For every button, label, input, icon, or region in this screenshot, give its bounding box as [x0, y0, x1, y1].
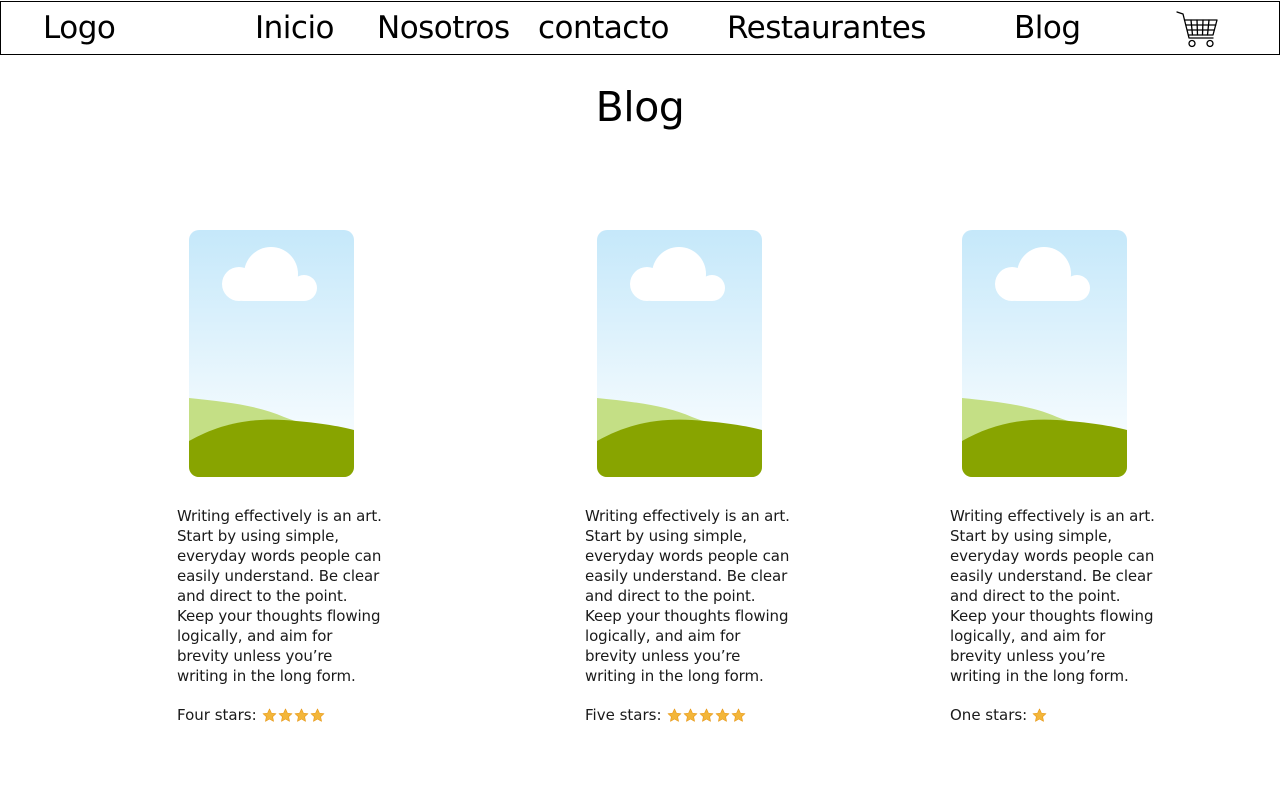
- star-rating-1: [262, 708, 325, 723]
- blog-page: Logo Inicio Nosotros contacto Restaurant…: [0, 0, 1280, 800]
- star-icon: [1032, 708, 1047, 722]
- shopping-cart-icon[interactable]: [1175, 8, 1219, 50]
- blog-image-3[interactable]: [962, 230, 1127, 477]
- nav-link-nosotros[interactable]: Nosotros: [377, 10, 510, 46]
- rating-1: Four stars:: [177, 705, 325, 725]
- rating-label-2: Five stars:: [585, 706, 662, 724]
- nav-link-inicio[interactable]: Inicio: [255, 10, 335, 46]
- star-icon: [683, 708, 697, 722]
- rating-2: Five stars:: [585, 705, 746, 725]
- star-icon: [278, 708, 292, 722]
- rating-3: One stars:: [950, 705, 1047, 725]
- logo[interactable]: Logo: [43, 10, 116, 46]
- landscape-image-icon: [597, 230, 762, 477]
- rating-label-1: Four stars:: [177, 706, 257, 724]
- star-icon: [310, 708, 324, 722]
- star-icon: [731, 708, 745, 722]
- star-icon: [262, 708, 276, 722]
- page-title: Blog: [595, 83, 685, 131]
- blog-excerpt-2: Writing effectively is an art. Start by …: [585, 507, 790, 685]
- blog-excerpt-1: Writing effectively is an art. Start by …: [177, 507, 382, 685]
- star-icon: [667, 708, 681, 722]
- nav-link-blog[interactable]: Blog: [1014, 10, 1081, 46]
- star-icon: [715, 708, 729, 722]
- star-rating-2: [667, 708, 746, 723]
- star-rating-3: [1032, 708, 1047, 723]
- landscape-image-icon: [962, 230, 1127, 477]
- star-icon: [699, 708, 713, 722]
- blog-image-1[interactable]: [189, 230, 354, 477]
- blog-image-2[interactable]: [597, 230, 762, 477]
- blog-excerpt-3: Writing effectively is an art. Start by …: [950, 507, 1155, 685]
- rating-label-3: One stars:: [950, 706, 1028, 724]
- landscape-image-icon: [189, 230, 354, 477]
- star-icon: [294, 708, 308, 722]
- nav-link-restaurantes[interactable]: Restaurantes: [727, 10, 926, 46]
- nav-link-contacto[interactable]: contacto: [538, 10, 669, 46]
- navigation-bar: Logo Inicio Nosotros contacto Restaurant…: [0, 1, 1280, 55]
